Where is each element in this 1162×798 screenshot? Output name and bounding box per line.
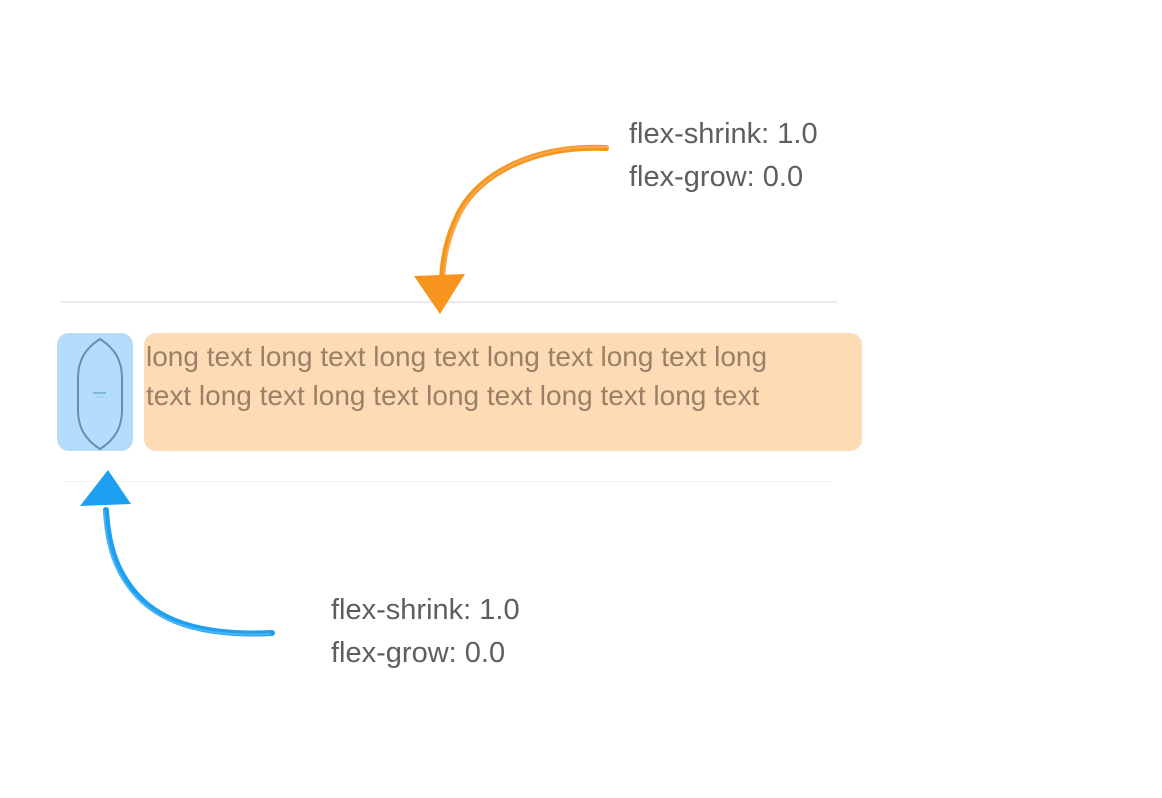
long-text: long text long text long text long text …: [146, 341, 768, 411]
orange-flex-shrink-text: flex-shrink: 1.0: [629, 118, 818, 150]
top-divider: [60, 301, 837, 303]
blue-flex-grow-text: flex-grow: 0.0: [331, 637, 506, 669]
orange-arrow: [414, 144, 609, 314]
blue-arrow: [80, 470, 275, 637]
fixed-item-box: [57, 333, 133, 451]
blue-annotation-label: flex-shrink: 1.0 flex-grow: 0.0: [331, 589, 520, 675]
blue-flex-shrink-text: flex-shrink: 1.0: [331, 594, 520, 626]
orange-flex-grow-text: flex-grow: 0.0: [629, 161, 804, 193]
orange-annotation-label: flex-shrink: 1.0 flex-grow: 0.0: [629, 113, 818, 199]
bottom-divider: [64, 481, 832, 482]
